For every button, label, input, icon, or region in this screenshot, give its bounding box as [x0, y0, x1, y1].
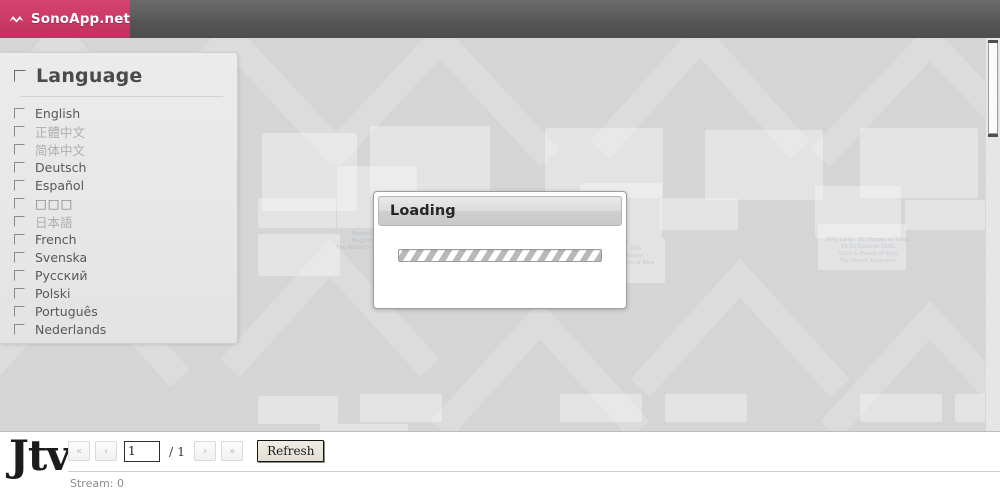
language-item-traditional-chinese[interactable]: 正體中文: [14, 122, 237, 140]
language-item-nederlands[interactable]: Nederlands: [14, 320, 237, 338]
checkbox-japanese[interactable]: [14, 215, 25, 227]
ghost-card: [660, 198, 738, 230]
scrollbar-cap-top-icon: [988, 40, 998, 43]
language-item-simplified-chinese[interactable]: 简体中文: [14, 140, 237, 158]
ghost-card: [560, 394, 642, 422]
language-label: English: [35, 105, 81, 121]
ghost-card: [705, 130, 823, 200]
language-label: Svenska: [35, 249, 88, 265]
language-item-portugues[interactable]: Português: [14, 302, 237, 320]
language-label: 简体中文: [35, 142, 86, 158]
bottom-toolbar: Jtv « ‹ / 1 › » Refresh Stream: 0: [0, 431, 1000, 500]
checkbox-espanol[interactable]: [14, 179, 25, 191]
ghost-card: [665, 394, 747, 422]
language-list: English 正體中文 简体中文 Deutsch Español □□□ 日本…: [0, 104, 237, 338]
language-panel-header[interactable]: Language: [0, 53, 237, 96]
page-number-input[interactable]: [124, 440, 160, 462]
language-item-russian[interactable]: Русский: [14, 266, 237, 284]
page-title: Language: [36, 65, 143, 87]
first-page-button[interactable]: «: [68, 441, 90, 461]
ghost-card: [860, 394, 942, 422]
checkbox-english[interactable]: [14, 107, 25, 119]
language-item-svenska[interactable]: Svenska: [14, 248, 237, 266]
brand-name: SonoApp.net: [30, 11, 130, 27]
language-label: 日本語: [35, 214, 73, 230]
dialog-title: Loading: [390, 203, 456, 219]
language-panel: Language English 正體中文 简体中文 Deutsch Españ…: [0, 52, 238, 344]
scrollbar-thumb[interactable]: [988, 42, 998, 134]
language-item-japanese[interactable]: 日本語: [14, 212, 237, 230]
ghost-card: [258, 234, 340, 276]
pagination-controls: « ‹ / 1 › » Refresh: [68, 440, 325, 462]
ghost-card: [320, 424, 408, 431]
app-root: Fantasy Magical The Wizard's Council RPG…: [0, 0, 1000, 500]
language-label: Nederlands: [35, 321, 107, 337]
language-label: Русский: [35, 267, 88, 283]
divider: [68, 471, 1000, 472]
checkbox-portugues[interactable]: [14, 305, 25, 317]
language-label: □□□: [35, 195, 74, 211]
language-item-korean[interactable]: □□□: [14, 194, 237, 212]
ghost-card: [360, 394, 442, 422]
next-page-button[interactable]: ›: [194, 441, 217, 461]
top-header-bar: SonoApp.net: [0, 0, 1000, 38]
scrollbar-cap-bottom-icon: [988, 134, 998, 137]
loading-progress-bar: [398, 249, 602, 262]
ghost-text-block: RPG Land - 50 Shades of Toast Ep 81 Epis…: [826, 237, 910, 264]
language-item-espanol[interactable]: Español: [14, 176, 237, 194]
ghost-card: [258, 396, 338, 424]
checkbox-russian[interactable]: [14, 269, 25, 281]
language-label: Polski: [35, 285, 71, 301]
checkbox-svenska[interactable]: [14, 251, 25, 263]
divider: [20, 96, 223, 97]
jtv-logo[interactable]: Jtv: [9, 434, 71, 478]
refresh-button[interactable]: Refresh: [257, 440, 325, 462]
stream-status: Stream: 0: [70, 477, 125, 490]
checkbox-korean[interactable]: [14, 197, 25, 209]
vertical-scrollbar[interactable]: [985, 38, 1000, 431]
language-item-polski[interactable]: Polski: [14, 284, 237, 302]
dialog-titlebar: Loading: [378, 196, 622, 226]
ghost-card: [258, 198, 336, 228]
language-label: 正體中文: [35, 124, 86, 140]
language-item-deutsch[interactable]: Deutsch: [14, 158, 237, 176]
sono-chevron-logo-icon: [9, 16, 24, 23]
brand-logo[interactable]: SonoApp.net: [0, 0, 130, 38]
language-item-french[interactable]: French: [14, 230, 237, 248]
last-page-button[interactable]: »: [221, 441, 244, 461]
prev-page-button[interactable]: ‹: [95, 441, 117, 461]
checkbox-nederlands[interactable]: [14, 323, 25, 335]
language-label: Español: [35, 177, 85, 193]
language-label: Deutsch: [35, 159, 87, 175]
language-label: Português: [35, 303, 98, 319]
checkbox-simplified-chinese[interactable]: [14, 143, 25, 155]
progress-container: [374, 230, 626, 262]
checkbox-polski[interactable]: [14, 287, 25, 299]
checkbox-deutsch[interactable]: [14, 161, 25, 173]
language-header-checkbox[interactable]: [14, 70, 26, 82]
checkbox-traditional-chinese[interactable]: [14, 125, 25, 137]
checkbox-french[interactable]: [14, 233, 25, 245]
total-pages-label: / 1: [169, 443, 186, 459]
loading-dialog: Loading: [373, 191, 627, 309]
language-item-english[interactable]: English: [14, 104, 237, 122]
language-label: French: [35, 231, 77, 247]
ghost-card: [905, 200, 985, 230]
